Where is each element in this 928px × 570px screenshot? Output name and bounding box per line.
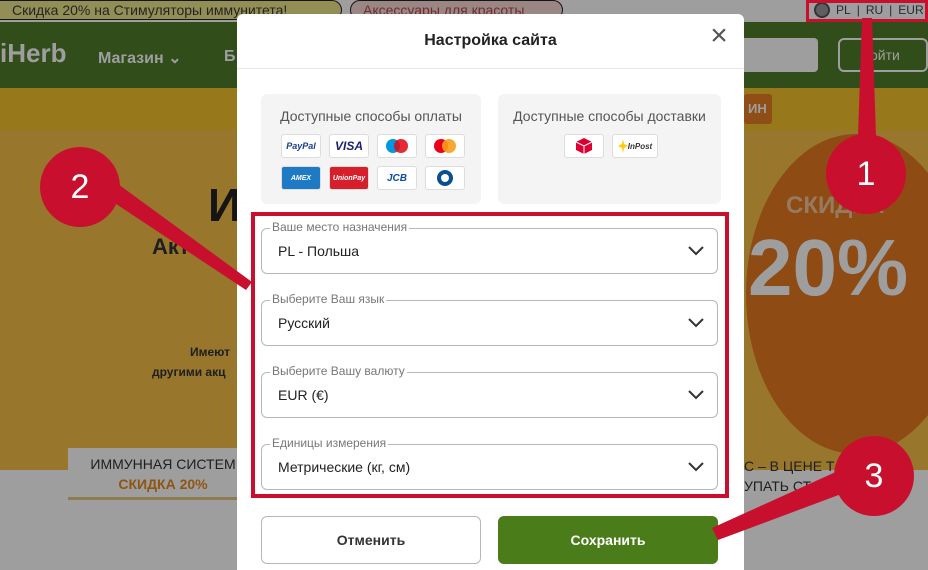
arrow-3 xyxy=(712,470,852,540)
arrow-2 xyxy=(104,184,252,290)
annotation-badge-1: 1 xyxy=(826,134,906,214)
screen: Скидка 20% на Стимуляторы иммунитета! Ак… xyxy=(0,0,928,570)
annotation-arrows xyxy=(104,18,876,540)
annotation-badge-3: 3 xyxy=(834,436,914,516)
arrow-1 xyxy=(858,18,876,136)
annotation-badge-2: 2 xyxy=(40,147,120,227)
